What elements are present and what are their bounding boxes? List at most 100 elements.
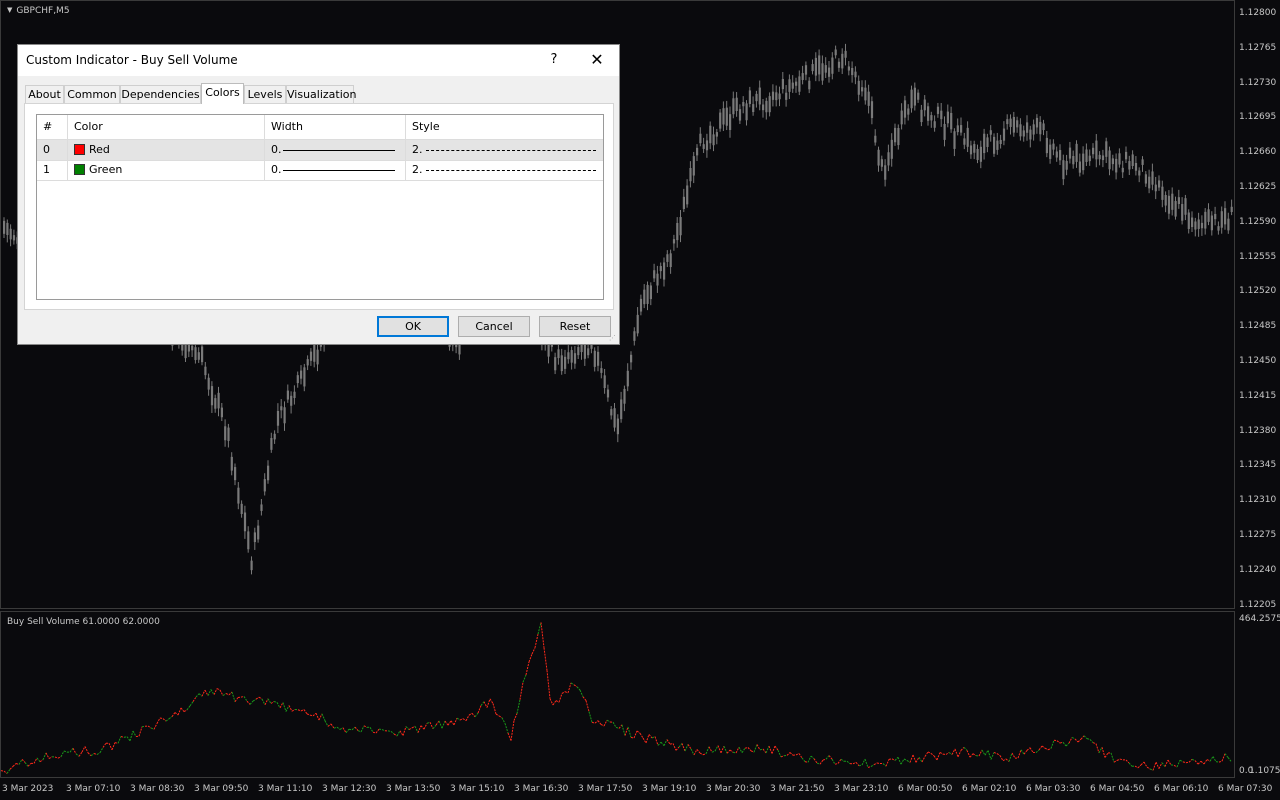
price-tick-label: 1.12660	[1239, 147, 1277, 158]
time-tick-label: 6 Mar 03:30	[1026, 784, 1081, 794]
resize-grip-icon[interactable]: ⋰	[609, 334, 617, 342]
candle-body	[649, 285, 652, 300]
volume-segment	[36, 757, 41, 762]
volume-segment	[834, 762, 839, 765]
color-swatch-red[interactable]	[74, 144, 85, 155]
volume-segment	[258, 696, 263, 700]
volume-segment	[678, 743, 683, 748]
table-row[interactable]: 0 Red 0. 2.	[37, 140, 603, 161]
volume-segment	[1104, 752, 1109, 758]
help-button[interactable]: ?	[543, 49, 565, 71]
symbol-label[interactable]: GBPCHF,M5	[7, 6, 69, 16]
width-cell[interactable]: 0.	[265, 160, 406, 180]
dialog-titlebar[interactable]: Custom Indicator - Buy Sell Volume ? ✕	[18, 45, 619, 76]
volume-segment	[315, 713, 320, 721]
time-axis[interactable]: 3 Mar 2023 3 Mar 07:10 3 Mar 08:30 3 Mar 09…	[0, 778, 1272, 800]
volume-segment	[117, 736, 122, 744]
volume-segment	[213, 688, 218, 695]
reset-button[interactable]: Reset	[539, 316, 611, 337]
candle-body	[979, 146, 982, 162]
table-row[interactable]: 1 Green 0. 2.	[37, 160, 603, 181]
volume-segment	[261, 698, 266, 706]
volume-segment	[87, 752, 92, 757]
volume-segment	[210, 689, 215, 695]
width-cell[interactable]: 0.	[265, 140, 406, 160]
volume-segment	[591, 721, 596, 724]
volume-segment	[840, 758, 845, 762]
tab-visualization[interactable]: Visualization	[286, 85, 356, 103]
volume-segment	[1155, 761, 1160, 769]
volume-segment	[531, 647, 536, 655]
header-index[interactable]: #	[37, 115, 68, 139]
volume-segment	[39, 759, 44, 763]
volume-segment	[951, 748, 956, 755]
colors-table[interactable]: # Color Width Style 0 Red 0. 2. 1 Green …	[36, 114, 604, 300]
header-width[interactable]: Width	[265, 115, 406, 139]
volume-segment	[723, 745, 728, 754]
volume-segment	[675, 746, 680, 751]
volume-segment	[360, 725, 365, 733]
close-button[interactable]: ✕	[585, 49, 609, 71]
candle-body	[719, 112, 722, 129]
header-style[interactable]: Style	[406, 115, 603, 139]
tab-dependencies[interactable]: Dependencies	[120, 85, 201, 103]
volume-segment	[921, 756, 926, 763]
color-cell[interactable]: Red	[68, 140, 265, 160]
candle-body	[702, 144, 705, 149]
volume-segment	[351, 726, 356, 731]
volume-segment	[420, 725, 425, 730]
style-cell[interactable]: 2.	[406, 160, 603, 180]
candle-body	[240, 503, 243, 514]
candle-body	[1197, 219, 1200, 229]
candle-body	[1082, 153, 1085, 171]
volume-segment	[804, 761, 809, 763]
cancel-button[interactable]: Cancel	[458, 316, 530, 337]
volume-segment	[1095, 743, 1100, 754]
volume-segment	[354, 726, 359, 731]
candle-body	[709, 125, 712, 144]
candle-body	[758, 87, 761, 105]
volume-segment	[1113, 760, 1118, 763]
indicator-window[interactable]: Buy Sell Volume 61.0000 62.0000	[0, 611, 1235, 778]
candle-body	[1065, 160, 1068, 170]
candle-body	[273, 433, 276, 440]
candle-body	[293, 391, 296, 399]
candle-body	[729, 114, 732, 130]
candle-body	[309, 351, 313, 361]
volume-segment	[453, 717, 458, 726]
volume-segment	[993, 751, 998, 755]
candle-body	[1174, 200, 1177, 217]
tab-levels[interactable]: Levels	[244, 85, 286, 103]
header-color[interactable]: Color	[68, 115, 265, 139]
tab-about[interactable]: About	[25, 85, 64, 103]
candle-body	[306, 359, 309, 366]
volume-segment	[1203, 759, 1208, 765]
style-value: 2.	[412, 143, 423, 156]
indicator-axis[interactable]: 464.2575 0.0 1.1075	[1235, 611, 1280, 778]
volume-segment	[567, 682, 572, 694]
volume-segment	[642, 737, 647, 744]
style-cell[interactable]: 2.	[406, 140, 603, 160]
color-swatch-green[interactable]	[74, 164, 85, 175]
color-cell[interactable]: Green	[68, 160, 265, 180]
time-tick-label: 6 Mar 00:50	[898, 784, 953, 794]
time-tick-label: 3 Mar 17:50	[578, 784, 633, 794]
tab-common[interactable]: Common	[64, 85, 120, 103]
volume-segment	[429, 722, 434, 729]
ok-button[interactable]: OK	[377, 316, 449, 337]
candle-body	[682, 196, 685, 209]
tab-colors[interactable]: Colors	[201, 83, 244, 104]
volume-segment	[807, 755, 812, 763]
indicator-max-value: 464.2575	[1239, 614, 1280, 624]
volume-segment	[189, 701, 194, 707]
volume-segment	[939, 751, 944, 755]
volume-segment	[558, 693, 563, 703]
volume-segment	[606, 719, 611, 723]
candle-body	[1006, 119, 1009, 125]
time-tick-label: 3 Mar 07:10	[66, 784, 121, 794]
candle-body	[923, 99, 926, 111]
volume-segment	[726, 749, 731, 754]
price-axis[interactable]: 1.12800 1.12765 1.12730 1.12695 1.12660 1.126…	[1235, 0, 1280, 610]
volume-segment	[375, 728, 380, 734]
time-tick-label: 3 Mar 16:30	[514, 784, 569, 794]
